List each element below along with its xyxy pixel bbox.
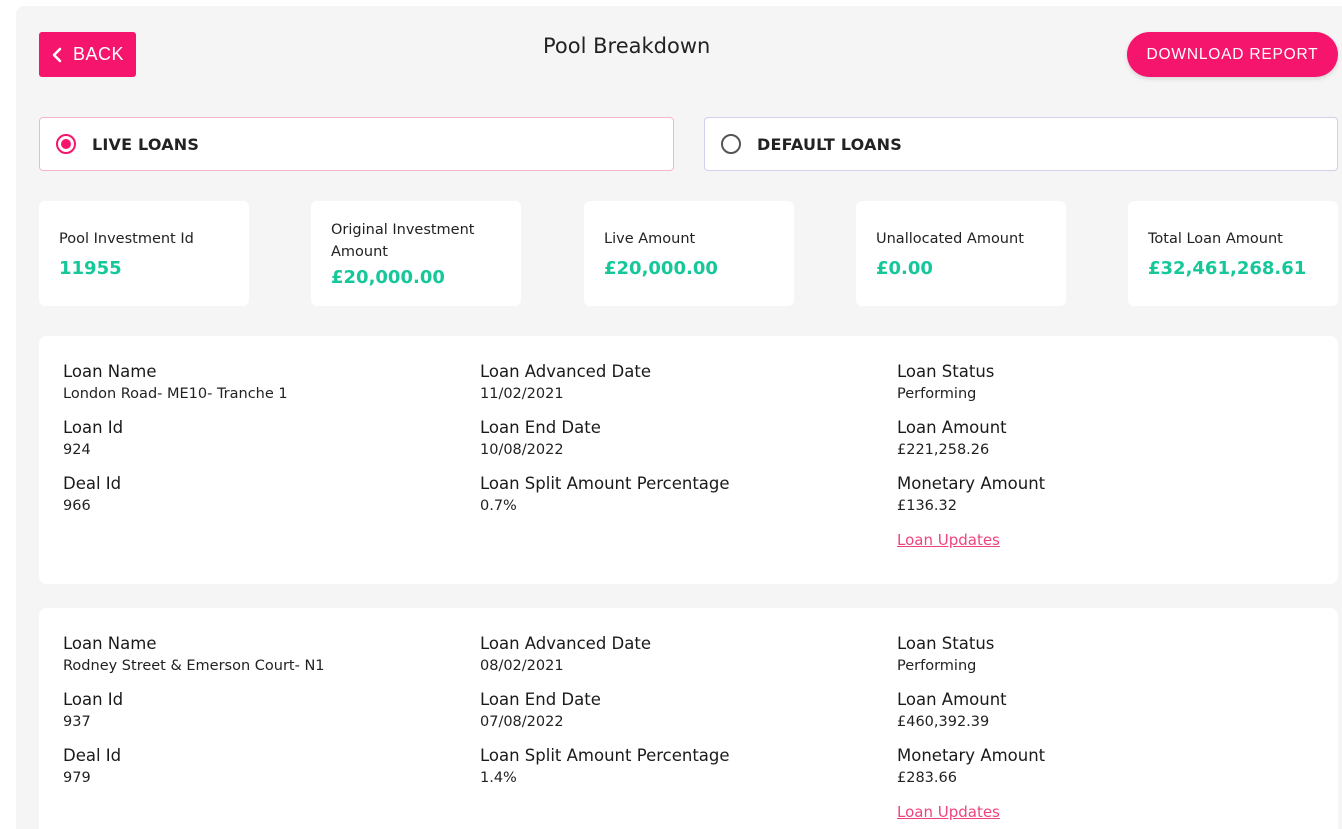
loan-column-amounts: Loan Status Performing Loan Amount £221,… <box>897 362 1045 549</box>
field-label: Deal Id <box>63 474 122 493</box>
status-value: Performing <box>897 386 977 402</box>
advanced-date-value: 11/02/2021 <box>480 386 564 402</box>
deal-id-value: 979 <box>63 770 91 786</box>
stat-pool-investment-id: Pool Investment Id 11955 <box>39 201 249 306</box>
loan-column-identity: Loan Name London Road- ME10- Tranche 1 L… <box>63 362 288 530</box>
field-label: Loan Status <box>897 634 995 653</box>
loan-name-field: Loan Name London Road- ME10- Tranche 1 <box>63 362 288 418</box>
loan-card: Loan Name Rodney Street & Emerson Court-… <box>39 608 1338 829</box>
monetary-amount-value: £283.66 <box>897 770 957 786</box>
loan-amount-field: Loan Amount £221,258.26 <box>897 418 1045 474</box>
field-label: Loan Advanced Date <box>480 634 651 653</box>
chevron-left-icon <box>52 47 62 62</box>
advanced-date-field: Loan Advanced Date 11/02/2021 <box>480 362 730 418</box>
stat-original-investment-amount: Original Investment Amount £20,000.00 <box>311 201 521 306</box>
stat-live-amount: Live Amount £20,000.00 <box>584 201 794 306</box>
split-pct-value: 0.7% <box>480 498 517 514</box>
stat-value: £0.00 <box>876 258 933 279</box>
loan-column-dates: Loan Advanced Date 08/02/2021 Loan End D… <box>480 634 730 802</box>
field-label: Loan Amount <box>897 418 1007 437</box>
field-label: Loan Name <box>63 634 157 653</box>
loan-amount-field: Loan Amount £460,392.39 <box>897 690 1045 746</box>
field-label: Loan Id <box>63 418 124 437</box>
monetary-amount-value: £136.32 <box>897 498 957 514</box>
end-date-field: Loan End Date 10/08/2022 <box>480 418 730 474</box>
deal-id-field: Deal Id 979 <box>63 746 325 802</box>
monetary-amount-field: Monetary Amount £283.66 <box>897 746 1045 802</box>
loan-column-amounts: Loan Status Performing Loan Amount £460,… <box>897 634 1045 821</box>
loan-id-value: 937 <box>63 714 91 730</box>
field-label: Loan End Date <box>480 690 601 709</box>
stat-label: Total Loan Amount <box>1148 231 1283 247</box>
loan-name-field: Loan Name Rodney Street & Emerson Court-… <box>63 634 325 690</box>
field-label: Deal Id <box>63 746 122 765</box>
loan-name-value: Rodney Street & Emerson Court- N1 <box>63 658 325 674</box>
back-button[interactable]: BACK <box>39 32 136 77</box>
stat-value: £20,000.00 <box>604 258 718 279</box>
stat-total-loan-amount: Total Loan Amount £32,461,268.61 <box>1128 201 1338 306</box>
status-field: Loan Status Performing <box>897 362 1045 418</box>
stat-unallocated-amount: Unallocated Amount £0.00 <box>856 201 1066 306</box>
split-pct-field: Loan Split Amount Percentage 0.7% <box>480 474 730 530</box>
live-loans-label: LIVE LOANS <box>92 134 200 154</box>
end-date-value: 07/08/2022 <box>480 714 564 730</box>
loan-id-field: Loan Id 937 <box>63 690 325 746</box>
live-loans-option[interactable]: LIVE LOANS <box>39 117 674 171</box>
advanced-date-field: Loan Advanced Date 08/02/2021 <box>480 634 730 690</box>
loan-updates-link[interactable]: Loan Updates <box>897 531 1000 549</box>
radio-checked-icon <box>56 134 76 154</box>
loan-card: Loan Name London Road- ME10- Tranche 1 L… <box>39 336 1338 584</box>
back-button-label: BACK <box>72 44 125 64</box>
deal-id-field: Deal Id 966 <box>63 474 288 530</box>
stat-label: Pool Investment Id <box>59 231 194 247</box>
stat-label: Live Amount <box>604 231 696 247</box>
download-report-button[interactable]: DOWNLOAD REPORT <box>1127 32 1338 77</box>
field-label: Loan Status <box>897 362 995 381</box>
field-label: Monetary Amount <box>897 746 1046 765</box>
default-loans-label: DEFAULT LOANS <box>757 134 902 154</box>
field-label: Monetary Amount <box>897 474 1046 493</box>
field-label: Loan Id <box>63 690 124 709</box>
stat-label: Original Investment Amount <box>331 222 475 260</box>
loan-column-identity: Loan Name Rodney Street & Emerson Court-… <box>63 634 325 802</box>
split-pct-value: 1.4% <box>480 770 517 786</box>
monetary-amount-field: Monetary Amount £136.32 <box>897 474 1045 530</box>
end-date-field: Loan End Date 07/08/2022 <box>480 690 730 746</box>
default-loans-option[interactable]: DEFAULT LOANS <box>704 117 1338 171</box>
status-value: Performing <box>897 658 977 674</box>
page-title: Pool Breakdown <box>543 34 711 58</box>
loan-id-value: 924 <box>63 442 91 458</box>
stat-value: £20,000.00 <box>331 267 445 288</box>
stat-label: Unallocated Amount <box>876 231 1024 247</box>
field-label: Loan Split Amount Percentage <box>480 746 730 765</box>
loan-updates-link[interactable]: Loan Updates <box>897 803 1000 821</box>
loan-amount-value: £460,392.39 <box>897 714 990 730</box>
loan-name-value: London Road- ME10- Tranche 1 <box>63 386 288 402</box>
split-pct-field: Loan Split Amount Percentage 1.4% <box>480 746 730 802</box>
field-label: Loan Split Amount Percentage <box>480 474 730 493</box>
field-label: Loan End Date <box>480 418 601 437</box>
loan-id-field: Loan Id 924 <box>63 418 288 474</box>
field-label: Loan Name <box>63 362 157 381</box>
loan-amount-value: £221,258.26 <box>897 442 990 458</box>
deal-id-value: 966 <box>63 498 91 514</box>
stat-value: 11955 <box>59 258 122 279</box>
end-date-value: 10/08/2022 <box>480 442 564 458</box>
loan-column-dates: Loan Advanced Date 11/02/2021 Loan End D… <box>480 362 730 530</box>
field-label: Loan Amount <box>897 690 1007 709</box>
status-field: Loan Status Performing <box>897 634 1045 690</box>
stat-value: £32,461,268.61 <box>1148 258 1307 279</box>
advanced-date-value: 08/02/2021 <box>480 658 564 674</box>
radio-unchecked-icon <box>721 134 741 154</box>
field-label: Loan Advanced Date <box>480 362 651 381</box>
